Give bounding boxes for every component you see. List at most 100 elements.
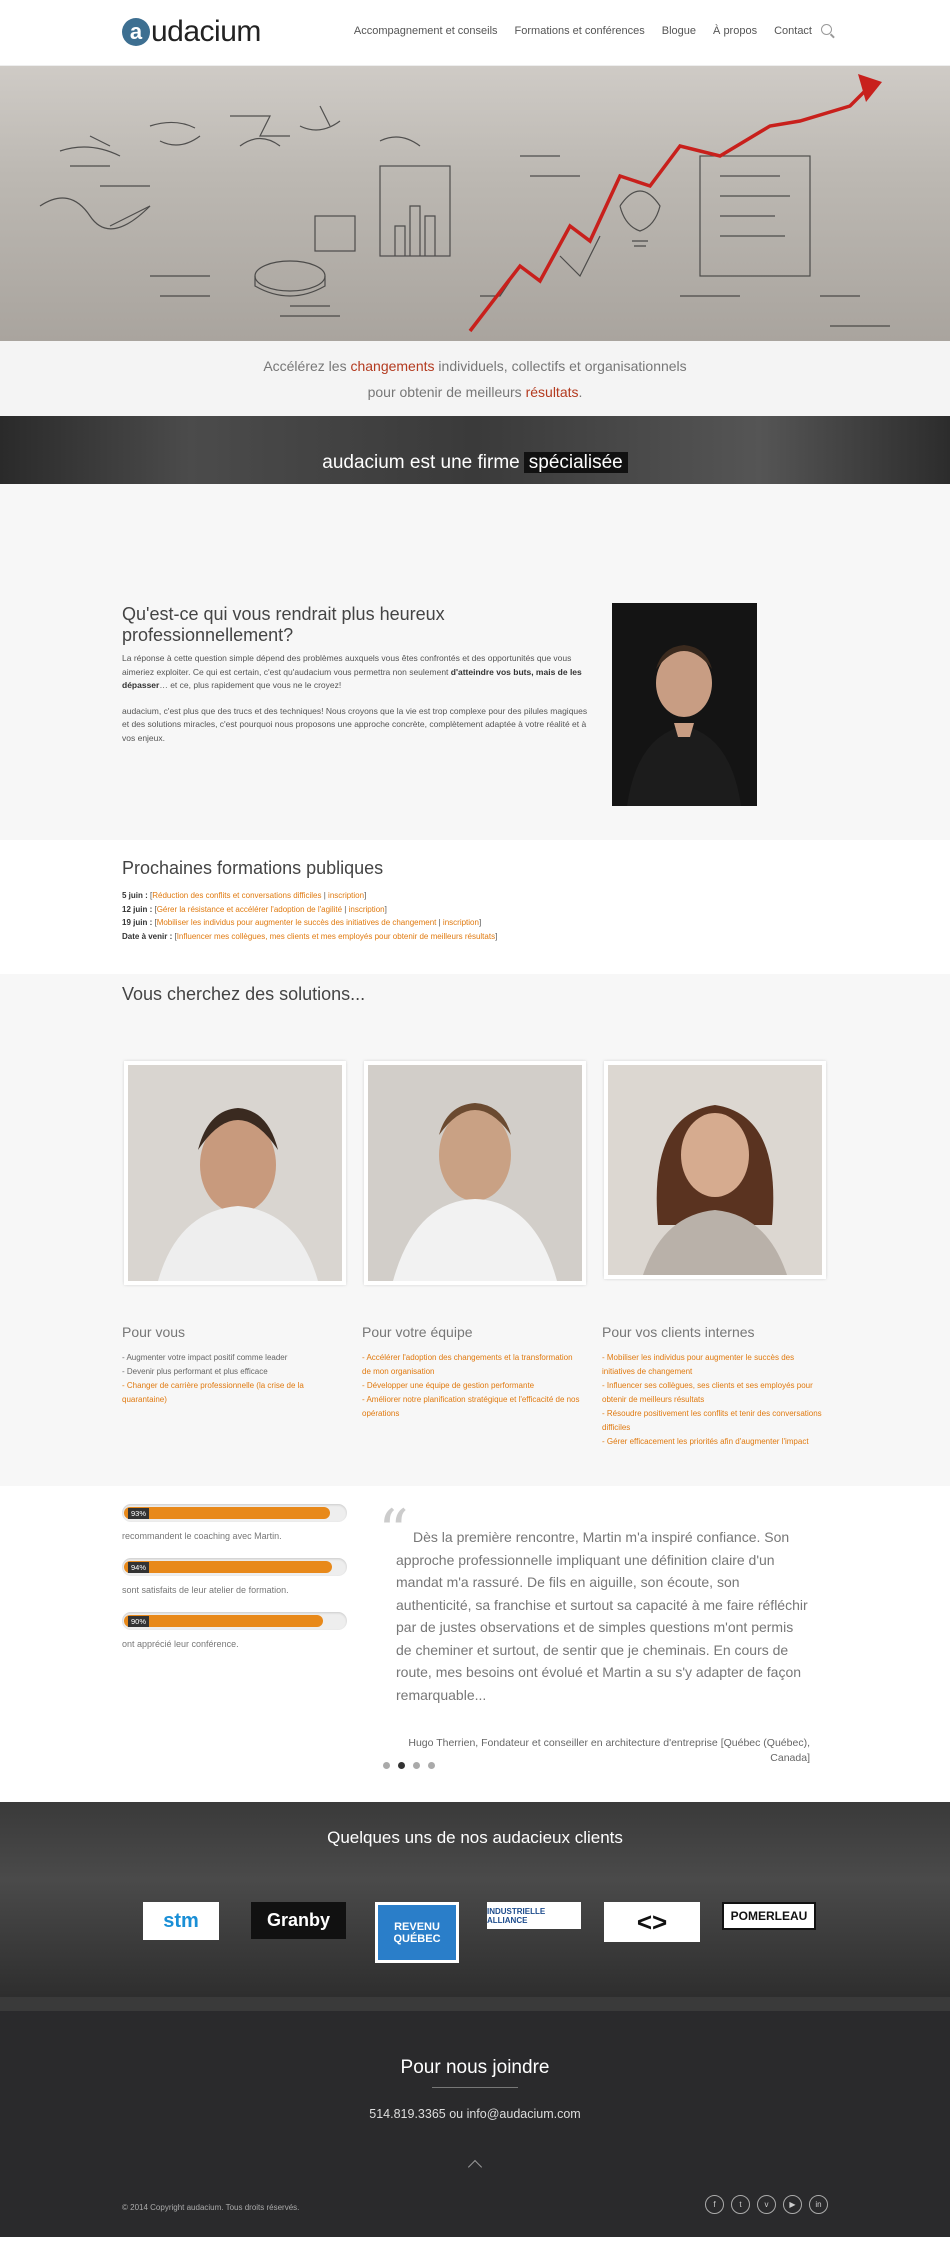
facebook-icon[interactable]: f: [705, 2195, 724, 2214]
social-links: f t v ▶ in: [705, 2195, 828, 2214]
footer-divider: [0, 1997, 950, 2011]
client-logo-pomerleau: POMERLEAU: [722, 1902, 816, 1930]
vimeo-icon[interactable]: v: [757, 2195, 776, 2214]
col-title-pour-votre-equipe: Pour votre équipe: [362, 1324, 473, 1340]
formation-link[interactable]: Gérer la résistance et accélérer l'adopt…: [157, 905, 342, 914]
back-to-top-icon[interactable]: [467, 2159, 483, 2175]
stat-label: sont satisfaits de leur atelier de forma…: [122, 1585, 289, 1595]
stat-fill: [124, 1561, 332, 1573]
inscription-link[interactable]: inscription: [443, 918, 479, 927]
inscription-link[interactable]: inscription: [328, 891, 364, 900]
footer-contact[interactable]: 514.819.3365 ou info@audacium.com: [0, 2107, 950, 2121]
formation-link[interactable]: Influencer mes collègues, mes clients et…: [177, 932, 495, 941]
stat-percent: 94%: [128, 1562, 150, 1573]
client-logo-stm: stm: [143, 1902, 219, 1940]
nav-item-contact[interactable]: Contact: [774, 25, 812, 37]
solutions-title: Vous cherchez des solutions...: [122, 984, 366, 1004]
col-title-pour-vous: Pour vous: [122, 1324, 186, 1340]
main-nav: Accompagnement et conseils Formations et…: [337, 25, 812, 37]
clients-title: Quelques uns de nos audacieux clients: [327, 1828, 623, 1847]
footer-title: Pour nous joindre: [400, 2057, 550, 2078]
photo-pour-vos-clients: [604, 1061, 826, 1279]
stats-section: 93% recommandent le coaching avec Martin…: [0, 1486, 950, 1802]
list-item[interactable]: - Influencer ses collègues, ses clients …: [602, 1379, 822, 1407]
question-title: Qu'est-ce qui vous rendrait plus heureux…: [122, 604, 445, 645]
tagline: Accélérez les changements individuels, c…: [0, 341, 950, 416]
formation-item: 19 juin : [Mobiliser les individus pour …: [122, 918, 482, 927]
firm-banner: audacium est une firme spécialisée: [0, 416, 950, 484]
list-item: - Devenir plus performant et plus effica…: [122, 1367, 268, 1376]
formations-section: Prochaines formations publiques 5 juin :…: [0, 840, 950, 974]
list-pour-vous: - Augmenter votre impact positif comme l…: [122, 1351, 342, 1407]
footer: Pour nous joindre 514.819.3365 ou info@a…: [0, 1997, 950, 2237]
tagline-line-1: Accélérez les changements individuels, c…: [263, 358, 687, 374]
question-body: La réponse à cette question simple dépen…: [122, 653, 588, 743]
formation-item: Date à venir : [Influencer mes collègues…: [122, 931, 498, 941]
formation-link[interactable]: Mobiliser les individus pour augmenter l…: [157, 918, 437, 927]
nav-item-a-propos[interactable]: À propos: [713, 25, 757, 37]
formation-item: 5 juin : [Réduction des conflits et conv…: [122, 891, 367, 900]
list-item[interactable]: - Résoudre positivement les conflits et …: [602, 1407, 822, 1435]
page-bottom: [0, 2237, 950, 2249]
formations-title: Prochaines formations publiques: [122, 858, 384, 878]
copyright: © 2014 Copyright audacium. Tous droits r…: [122, 2203, 300, 2212]
carousel-dot-active[interactable]: [398, 1762, 405, 1769]
clients-section: Quelques uns de nos audacieux clients st…: [0, 1802, 950, 1997]
list-pour-votre-equipe: - Accélérer l'adoption des changements e…: [362, 1351, 582, 1421]
client-logo-granby: Granby: [251, 1902, 346, 1939]
formation-link[interactable]: Réduction des conflits et conversations …: [152, 891, 321, 900]
col-title-pour-vos-clients: Pour vos clients internes: [602, 1324, 755, 1340]
tagline-line-2: pour obtenir de meilleurs résultats.: [367, 384, 583, 400]
stat-bar-conference: 90%: [122, 1612, 347, 1630]
site-header: a udacium Accompagnement et conseils For…: [0, 0, 950, 66]
nav-item-accompagnement[interactable]: Accompagnement et conseils: [354, 25, 498, 37]
hero-illustration: [39, 74, 890, 333]
formation-item: 12 juin : [Gérer la résistance et accélé…: [122, 904, 387, 914]
list-item[interactable]: - Accélérer l'adoption des changements e…: [362, 1351, 582, 1379]
carousel-dot[interactable]: [428, 1762, 435, 1769]
banner-highlight: spécialisée: [523, 452, 628, 473]
linkedin-icon[interactable]: in: [809, 2195, 828, 2214]
footer-rule: [432, 2087, 518, 2088]
list-item[interactable]: - Améliorer notre planification stratégi…: [362, 1393, 582, 1421]
list-item[interactable]: - Mobiliser les individus pour augmenter…: [602, 1351, 822, 1379]
stat-fill: [124, 1507, 330, 1519]
martin-portrait: [612, 603, 757, 806]
stat-bar-coaching: 93%: [122, 1504, 347, 1522]
list-item[interactable]: - Gérer efficacement les priorités afin …: [602, 1435, 822, 1449]
list-item[interactable]: - Changer de carrière professionnelle (l…: [122, 1379, 342, 1407]
search-icon[interactable]: [821, 24, 832, 35]
logo-mark: a: [122, 18, 150, 46]
photo-pour-vous: [124, 1061, 346, 1285]
stat-fill: [124, 1615, 323, 1627]
list-pour-vos-clients: - Mobiliser les individus pour augmenter…: [602, 1351, 822, 1449]
client-logo-industrielle-alliance: INDUSTRIELLE ALLIANCE: [487, 1902, 581, 1929]
inscription-link[interactable]: inscription: [349, 905, 385, 914]
testimonial-quote: Dès la première rencontre, Martin m'a in…: [396, 1529, 808, 1703]
stat-percent: 93%: [128, 1508, 150, 1519]
stat-percent: 90%: [128, 1616, 150, 1627]
stat-label: recommandent le coaching avec Martin.: [122, 1531, 282, 1541]
solutions-section: Vous cherchez des solutions... Pour vous…: [0, 974, 950, 1486]
banner-text: audacium est une firme: [322, 452, 520, 473]
list-item[interactable]: - Développer une équipe de gestion perfo…: [362, 1379, 582, 1393]
stat-bar-formation: 94%: [122, 1558, 347, 1576]
client-logo-revenu-quebec: REVENU QUÉBEC: [375, 1902, 459, 1963]
logo[interactable]: a udacium: [122, 16, 261, 48]
nav-item-blogue[interactable]: Blogue: [662, 25, 696, 37]
carousel-dot[interactable]: [413, 1762, 420, 1769]
stat-label: ont apprécié leur conférence.: [122, 1639, 239, 1649]
youtube-icon[interactable]: ▶: [783, 2195, 802, 2214]
hero-banner: [0, 66, 950, 341]
testimonial-author: Hugo Therrien, Fondateur et conseiller e…: [408, 1737, 810, 1764]
list-item: - Augmenter votre impact positif comme l…: [122, 1353, 288, 1362]
carousel-dots: [383, 1762, 435, 1769]
carousel-dot[interactable]: [383, 1762, 390, 1769]
nav-item-formations[interactable]: Formations et conférences: [515, 25, 645, 37]
photo-pour-votre-equipe: [364, 1061, 586, 1285]
twitter-icon[interactable]: t: [731, 2195, 750, 2214]
question-section: Qu'est-ce qui vous rendrait plus heureux…: [0, 484, 950, 840]
client-logo-bracket: <>: [604, 1902, 700, 1942]
formations-list: 5 juin : [Réduction des conflits et conv…: [122, 889, 497, 943]
logo-text: udacium: [151, 15, 261, 48]
